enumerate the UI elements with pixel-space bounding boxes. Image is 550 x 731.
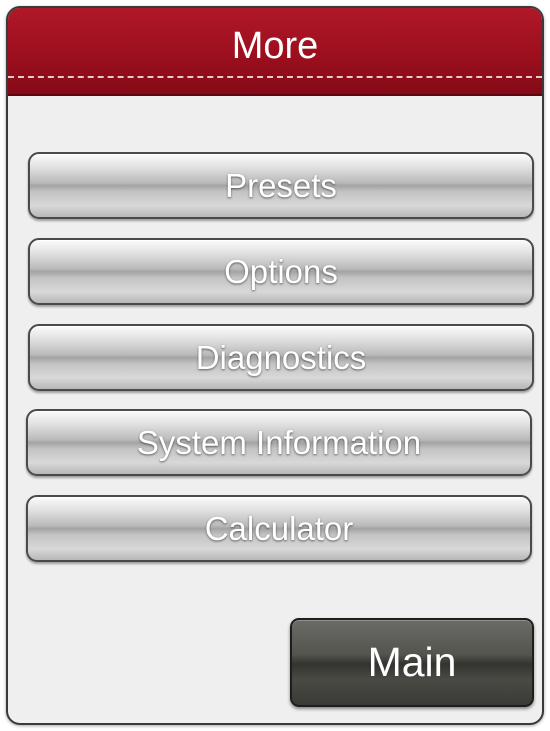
calculator-button[interactable]: Calculator [26, 495, 532, 562]
page-title: More [231, 25, 319, 67]
options-button[interactable]: Options [28, 238, 534, 305]
diagnostics-button[interactable]: Diagnostics [28, 324, 534, 391]
main-button[interactable]: Main [290, 618, 534, 707]
presets-button[interactable]: Presets [28, 152, 534, 219]
header-stitch-divider [8, 76, 542, 78]
header-bar: More [8, 8, 542, 96]
system-information-button[interactable]: System Information [26, 409, 532, 476]
more-menu-panel: More Presets Options Diagnostics System … [6, 6, 544, 725]
